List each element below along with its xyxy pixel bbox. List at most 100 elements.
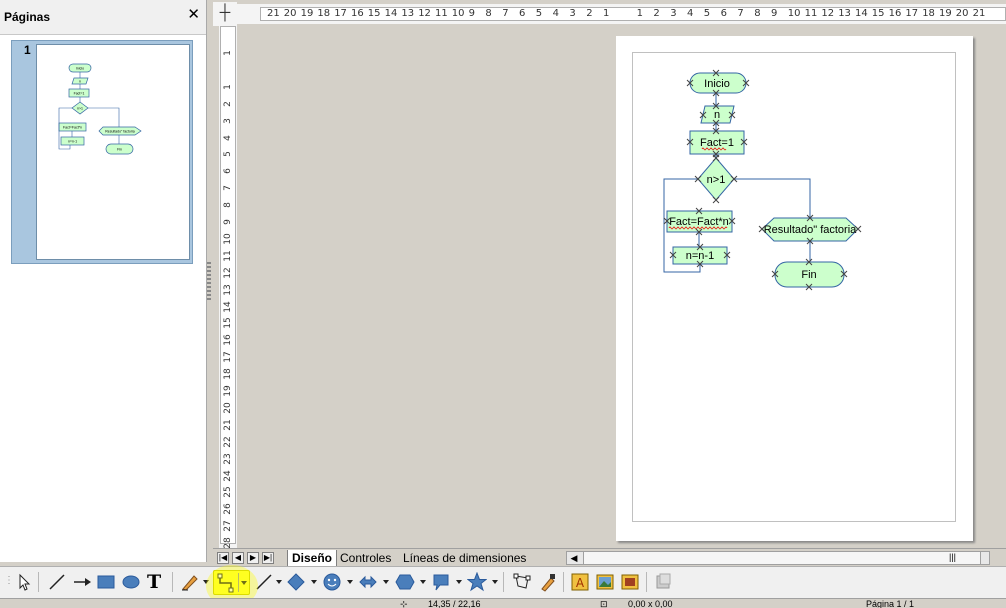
scroll-thumb[interactable] bbox=[583, 552, 981, 564]
block-arrows-dropdown-icon[interactable] bbox=[383, 580, 389, 584]
ruler-tick-label: 5 bbox=[703, 8, 711, 19]
ruler-tick-label: 6 bbox=[720, 8, 727, 19]
basic-shapes-dropdown-icon[interactable] bbox=[311, 580, 317, 584]
fade-icon[interactable] bbox=[653, 572, 673, 592]
first-tab-button[interactable]: |◀ bbox=[217, 552, 229, 564]
callouts-icon[interactable] bbox=[431, 572, 451, 592]
extrusion-icon[interactable] bbox=[620, 572, 640, 592]
splitter-grip[interactable] bbox=[207, 262, 211, 302]
prev-tab-button[interactable]: ◀ bbox=[232, 552, 244, 564]
flowchart-dropdown-icon[interactable] bbox=[420, 580, 426, 584]
connector-dropdown-icon[interactable] bbox=[241, 581, 247, 585]
ruler-tick-label: 2 bbox=[653, 8, 660, 19]
ruler-tick-label: 9 bbox=[771, 8, 778, 19]
image-icon[interactable] bbox=[595, 572, 615, 592]
ruler-tick-label: 7 bbox=[223, 185, 233, 192]
ruler-tick-label: 4 bbox=[687, 8, 694, 19]
ruler-tick-label: 14 bbox=[384, 8, 398, 19]
flow-end-label: Fin bbox=[801, 269, 816, 281]
points-icon[interactable] bbox=[512, 572, 532, 592]
ruler-tick-label: 1 bbox=[636, 8, 643, 19]
close-icon[interactable]: ✕ bbox=[187, 7, 200, 23]
ruler-tick-label: 18 bbox=[922, 8, 935, 19]
toolbar-grip-icon: ⋮ bbox=[4, 575, 14, 586]
stars-icon[interactable] bbox=[467, 572, 487, 592]
svg-text:A: A bbox=[576, 576, 585, 590]
stars-dropdown-icon[interactable] bbox=[492, 580, 498, 584]
tab-diseno[interactable]: Diseño bbox=[287, 550, 338, 567]
toolbar-separator bbox=[503, 572, 504, 592]
scroll-left-icon[interactable]: ◀ bbox=[567, 552, 581, 564]
toolbar-separator bbox=[563, 572, 564, 592]
ruler-tick-label: 17 bbox=[334, 8, 347, 19]
ruler-tick-label: 27 bbox=[223, 520, 233, 532]
ruler-tick-label: 20 bbox=[223, 402, 233, 414]
symbol-shapes-dropdown-icon[interactable] bbox=[347, 580, 353, 584]
symbol-shapes-icon[interactable] bbox=[322, 572, 342, 592]
block-arrows-icon[interactable] bbox=[358, 572, 378, 592]
ruler-tick-label: 1 bbox=[603, 8, 610, 19]
ruler-tick-label: 26 bbox=[223, 503, 233, 516]
tab-stop-selector[interactable]: ┼ bbox=[213, 2, 237, 26]
ruler-tick-label: 14 bbox=[855, 8, 868, 19]
scroll-grip-icon: ||| bbox=[949, 552, 957, 562]
slide-thumbnail[interactable]: Inicio n Fact=1 n>1 Fact=Fact*n n=n-1 Re… bbox=[11, 40, 193, 264]
ruler-tick-label: 25 bbox=[223, 486, 233, 499]
ruler-tick-label: 8 bbox=[485, 8, 492, 19]
tab-controles[interactable]: Controles bbox=[336, 550, 395, 566]
glue-points-icon[interactable] bbox=[538, 572, 558, 592]
tab-lineas-dimensiones[interactable]: Líneas de dimensiones bbox=[399, 550, 530, 566]
ruler-tick-label: 9 bbox=[468, 8, 475, 19]
ruler-tick-label: 13 bbox=[223, 283, 233, 296]
select-icon[interactable] bbox=[16, 572, 32, 592]
drawing-page[interactable]: Inicio n Fact=1 n>1 Fact=Fact*n n=n-1 Re… bbox=[616, 36, 973, 541]
panel-title: Páginas bbox=[4, 10, 51, 24]
toolbar-separator bbox=[38, 572, 39, 592]
ruler-tick-label: 10 bbox=[787, 8, 801, 19]
ruler-tick-label: 10 bbox=[451, 8, 465, 19]
curve-dropdown-icon[interactable] bbox=[203, 580, 209, 584]
ruler-tick-label: 19 bbox=[939, 8, 952, 19]
ellipse-icon[interactable] bbox=[121, 572, 141, 592]
ruler-tick-label: 3 bbox=[569, 8, 576, 19]
lines-arrows-dropdown-icon[interactable] bbox=[276, 580, 282, 584]
slide-thumbnail-page[interactable]: Inicio n Fact=1 n>1 Fact=Fact*n n=n-1 Re… bbox=[36, 44, 190, 260]
text-icon[interactable]: T bbox=[147, 572, 161, 592]
ruler-tick-label: 24 bbox=[223, 469, 233, 482]
ruler-tick-label: 12 bbox=[821, 8, 835, 19]
lines-arrows-icon[interactable] bbox=[254, 572, 274, 592]
curve-icon[interactable] bbox=[180, 572, 200, 592]
drawing-canvas[interactable]: Inicio n Fact=1 n>1 Fact=Fact*n n=n-1 Re… bbox=[237, 26, 1006, 548]
pages-panel: Páginas ✕ Inicio n Fact=1 n>1 Fact=Fact*… bbox=[0, 0, 207, 562]
rectangle-icon[interactable] bbox=[96, 572, 116, 592]
connector-decision-output[interactable] bbox=[734, 178, 811, 218]
connector-icon bbox=[217, 573, 234, 593]
thumb-start-label: Inicio bbox=[76, 67, 84, 71]
connector-button[interactable] bbox=[213, 570, 250, 595]
last-tab-button[interactable]: ▶| bbox=[262, 552, 274, 564]
ruler-tick-label: 21 bbox=[972, 8, 986, 19]
arrow-line-icon[interactable] bbox=[72, 572, 92, 592]
flow-decrement-label: n=n-1 bbox=[686, 250, 714, 262]
callouts-dropdown-icon[interactable] bbox=[456, 580, 462, 584]
thumbnail-flowchart: Inicio n Fact=1 n>1 Fact=Fact*n n=n-1 Re… bbox=[58, 63, 142, 155]
ruler-tick-label: 3 bbox=[223, 117, 233, 124]
basic-shapes-icon[interactable] bbox=[286, 572, 306, 592]
next-tab-button[interactable]: ▶ bbox=[247, 552, 259, 564]
ruler-tick-label: 2 bbox=[586, 8, 593, 19]
ruler-tick-label: 12 bbox=[418, 8, 431, 19]
horizontal-scrollbar[interactable]: ◀ bbox=[566, 551, 990, 565]
slide-number: 1 bbox=[24, 43, 31, 57]
ruler-tick-label: 10 bbox=[223, 233, 233, 245]
ruler-tick-label: 8 bbox=[223, 202, 233, 208]
fontwork-icon[interactable]: A bbox=[570, 572, 590, 592]
line-icon[interactable] bbox=[47, 572, 67, 592]
vertical-ruler[interactable]: 1 1 2 3 4 5 6 7 8 9 10 11 12 13 14 15 16 17 18 19 20 21 22 23 24… bbox=[219, 26, 237, 566]
toolbar-separator bbox=[172, 572, 173, 592]
flowchart-icon[interactable] bbox=[395, 572, 415, 592]
ruler-tick-label: 23 bbox=[223, 452, 233, 465]
drawing-toolbar: ⋮ T A bbox=[0, 566, 1006, 598]
horizontal-ruler[interactable]: 21 20 19 18 17 16 15 14 13 12 11 10 9 8 7 6 5 4 3 2 1 1 2 3 4 5 6 7… bbox=[237, 4, 1006, 24]
flow-init-label: Fact=1 bbox=[700, 137, 734, 149]
ruler-tick-label: 7 bbox=[502, 8, 509, 19]
